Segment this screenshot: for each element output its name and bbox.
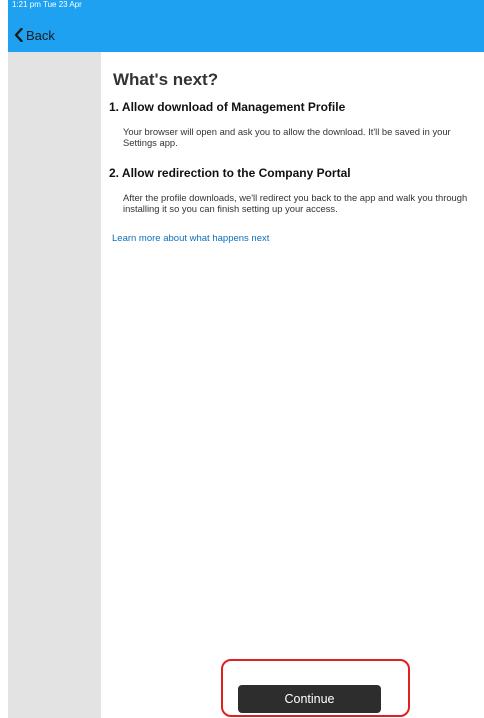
- step-1-description: Your browser will open and ask you to al…: [123, 126, 451, 148]
- chevron-left-icon: [14, 28, 23, 42]
- status-bar-time: 1:21 pm Tue 23 Apr: [12, 0, 82, 9]
- navigation-bar: 1:21 pm Tue 23 Apr Back: [8, 0, 484, 52]
- main-content: What's next? 1. Allow download of Manage…: [101, 52, 484, 718]
- back-label: Back: [26, 27, 55, 43]
- step-2-description: After the profile downloads, we'll redir…: [123, 192, 468, 214]
- app-window: 1:21 pm Tue 23 Apr Back What's next? 1. …: [0, 0, 484, 718]
- learn-more-link[interactable]: Learn more about what happens next: [112, 233, 269, 244]
- sidebar-panel: [8, 52, 101, 718]
- continue-button[interactable]: Continue: [238, 685, 381, 713]
- step-1-heading: 1. Allow download of Management Profile: [109, 100, 346, 114]
- step-2-heading: 2. Allow redirection to the Company Port…: [109, 166, 351, 180]
- back-button[interactable]: Back: [14, 26, 55, 44]
- page-title: What's next?: [113, 70, 219, 89]
